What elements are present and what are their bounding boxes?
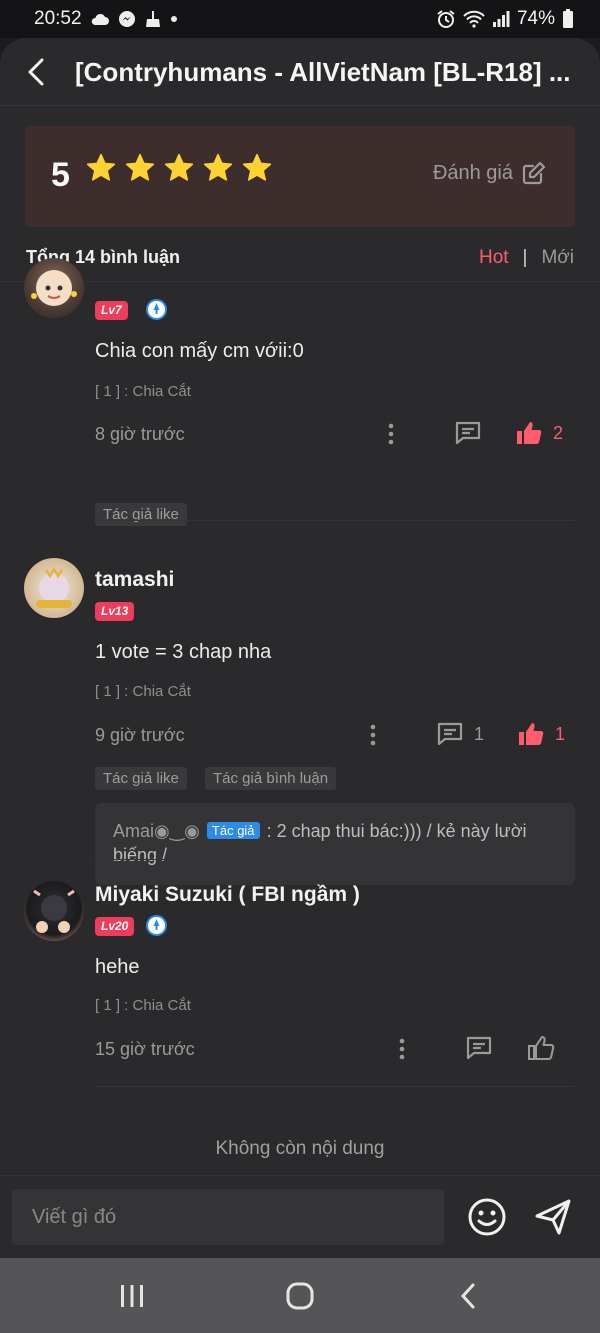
rate-button[interactable]: Đánh giá (433, 160, 547, 186)
avatar[interactable] (24, 258, 84, 318)
comment-item: Miyaki Suzuki ( FBI ngầm ) Lv20 hehe [ 1… (0, 859, 600, 1089)
comment-item: tamashi Lv13 1 vote = 3 chap nha [ 1 ] :… (0, 520, 600, 885)
app-container: [Contryhumans - AllVietNam [BL-R18] ... … (0, 38, 600, 1258)
header: [Contryhumans - AllVietNam [BL-R18] ... (0, 38, 600, 106)
verified-badge-icon (146, 915, 167, 936)
back-arrow-icon (28, 58, 44, 86)
more-options-button[interactable] (394, 1037, 410, 1061)
chapter-ref[interactable]: [ 1 ] : Chia Cắt (95, 383, 191, 400)
thumbs-up-icon (517, 422, 542, 444)
recent-apps-button[interactable] (114, 1280, 150, 1312)
rate-label: Đánh giá (432, 161, 513, 184)
chapter-ref[interactable]: [ 1 ] : Chia Cắt (95, 997, 191, 1014)
home-button[interactable] (282, 1280, 318, 1312)
star-icon (241, 152, 273, 184)
chapter-ref[interactable]: [ 1 ] : Chia Cắt (95, 683, 191, 700)
level-badge: Lv7 (95, 301, 128, 320)
reply-button[interactable] (465, 1035, 503, 1061)
sort-hot-tab[interactable]: Hot (479, 247, 509, 269)
like-count: 1 (555, 723, 566, 744)
alarm-icon (436, 9, 456, 29)
recent-apps-icon (121, 1285, 143, 1307)
comment-icon (455, 421, 481, 445)
cleaner-icon (144, 10, 162, 28)
more-vertical-icon (388, 423, 394, 445)
level-badge: Lv13 (95, 602, 135, 621)
reply-button[interactable] (454, 420, 492, 446)
like-button[interactable]: 2 (515, 420, 563, 446)
comment-text: Chia con mấy cm vớii:0 (95, 340, 304, 362)
sort-separator: | (522, 246, 528, 268)
more-options-button[interactable] (365, 723, 381, 747)
author-like-tag: Tác giả like (95, 767, 187, 790)
comment-icon (437, 722, 463, 746)
comment-text: hehe (95, 956, 140, 978)
status-bar: 20:52 74% (0, 0, 600, 38)
clock: 20:52 (34, 8, 82, 29)
reply-author: Amai◉‿◉ (113, 821, 200, 841)
thumbs-up-icon (519, 723, 544, 745)
like-button[interactable] (527, 1035, 565, 1061)
star-icon (163, 152, 195, 184)
more-vertical-icon (370, 724, 376, 746)
sort-new-tab[interactable]: Mới (541, 247, 574, 269)
comment-time: 8 giờ trước (95, 424, 185, 444)
avatar[interactable] (24, 558, 84, 618)
more-vertical-icon (399, 1038, 405, 1060)
star-icon (202, 152, 234, 184)
username[interactable]: Miyaki Suzuki ( FBI ngầm ) (95, 883, 360, 907)
back-icon (460, 1283, 475, 1309)
comment-item: Lv7 Chia con mấy cm vớii:0 [ 1 ] : Chia … (0, 258, 600, 526)
comment-icon (466, 1036, 492, 1060)
reply-button[interactable]: 1 (436, 721, 484, 747)
notification-dot-icon (170, 15, 178, 23)
back-button[interactable] (20, 56, 52, 88)
battery-percent: 74% (516, 8, 555, 29)
username[interactable]: tamashi (95, 568, 174, 592)
battery-icon (562, 9, 574, 29)
edit-icon (522, 161, 546, 185)
star-icon (124, 152, 156, 184)
like-button[interactable]: 1 (517, 721, 565, 747)
level-badge: Lv20 (95, 917, 135, 936)
no-more-content: Không còn nội dung (215, 1138, 385, 1159)
comment-time: 9 giờ trước (95, 725, 185, 745)
system-back-button[interactable] (450, 1280, 486, 1312)
rating-card: 5 Đánh giá (25, 126, 575, 227)
star-icon (85, 152, 117, 184)
divider (95, 1086, 575, 1087)
author-tag: Tác giả (206, 822, 260, 839)
rating-score: 5 (51, 156, 70, 194)
verified-badge-icon (146, 299, 167, 320)
comment-input-bar: Viết gì đó (0, 1175, 600, 1258)
comment-time: 15 giờ trước (95, 1039, 195, 1059)
sort-tabs: Hot | Mới (479, 247, 574, 269)
send-button[interactable] (533, 1197, 573, 1237)
home-icon (286, 1282, 314, 1310)
page-title: [Contryhumans - AllVietNam [BL-R18] ... (75, 57, 571, 87)
author-comment-tag: Tác giả bình luận (205, 767, 337, 790)
comment-input[interactable]: Viết gì đó (12, 1189, 444, 1245)
send-icon (535, 1199, 571, 1235)
cloud-icon (90, 12, 110, 26)
signal-icon (492, 11, 510, 27)
messenger-icon (118, 10, 136, 28)
comments-count-row: Tổng 14 bình luận Hot | Mới (0, 234, 600, 282)
system-nav-bar (0, 1258, 600, 1333)
comment-text: 1 vote = 3 chap nha (95, 641, 272, 663)
like-count: 2 (553, 422, 564, 443)
reply-count: 1 (474, 723, 485, 744)
rating-stars (85, 152, 273, 184)
more-options-button[interactable] (383, 422, 399, 446)
thumbs-up-outline-icon (528, 1036, 555, 1060)
emoji-icon (468, 1198, 506, 1236)
wifi-icon (463, 10, 485, 28)
emoji-button[interactable] (467, 1197, 507, 1237)
avatar[interactable] (24, 881, 84, 941)
